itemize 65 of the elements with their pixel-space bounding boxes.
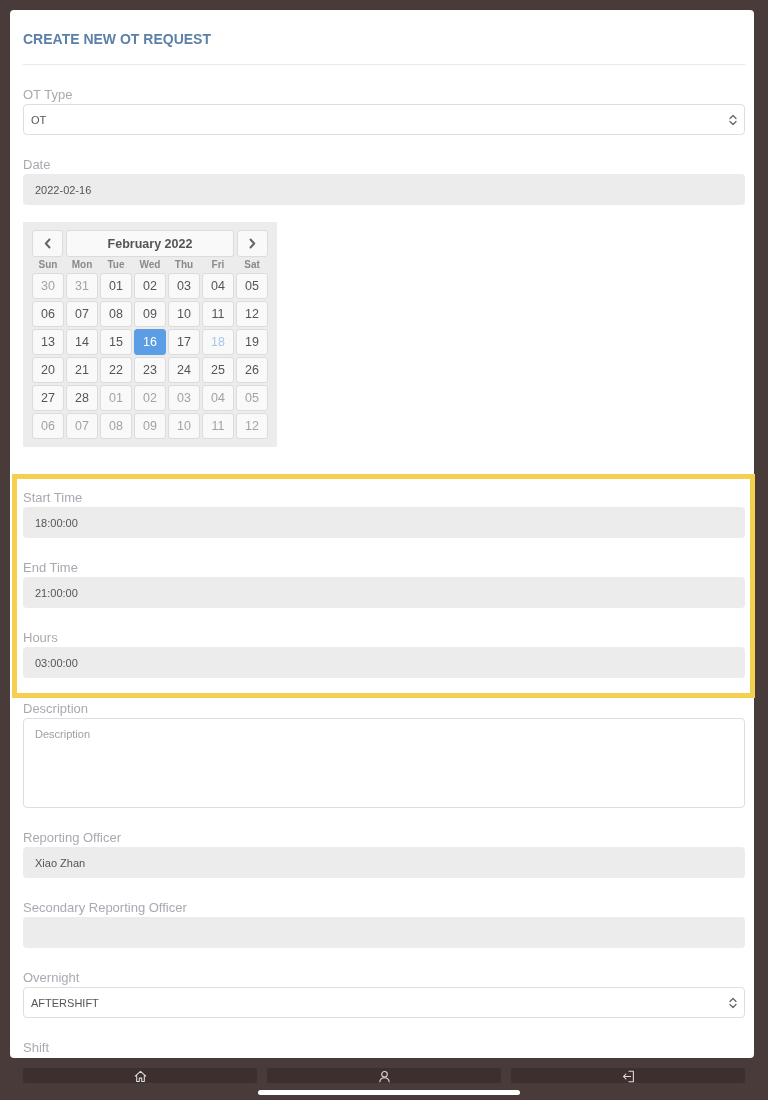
text-field[interactable]: 2022-02-16 bbox=[23, 174, 745, 205]
field-label: Date bbox=[23, 156, 52, 174]
previous-month-button[interactable] bbox=[32, 230, 63, 257]
day-cell[interactable]: 03 bbox=[168, 273, 200, 299]
weekday-label: Mon bbox=[71, 259, 93, 271]
day-cell[interactable]: 06 bbox=[32, 301, 64, 327]
day-cell[interactable]: 17 bbox=[168, 329, 200, 355]
weekday-label: Sat bbox=[244, 259, 260, 271]
weekday-label: Sun bbox=[38, 259, 58, 271]
day-cell[interactable]: 10 bbox=[168, 301, 200, 327]
day-cell[interactable]: 26 bbox=[236, 357, 268, 383]
up-down-chevron-icon bbox=[729, 996, 737, 1009]
day-cell[interactable]: 05 bbox=[236, 273, 268, 299]
day-cell[interactable]: 20 bbox=[32, 357, 64, 383]
field-label: Overnight bbox=[23, 969, 81, 987]
weekday-label: Wed bbox=[139, 259, 161, 271]
chevron-right-icon bbox=[249, 238, 256, 249]
home-button[interactable] bbox=[23, 1068, 257, 1083]
person-icon bbox=[377, 1070, 391, 1083]
field-label: End Time bbox=[23, 559, 79, 577]
day-cell[interactable]: 12 bbox=[236, 301, 268, 327]
day-cell[interactable]: 11 bbox=[202, 301, 234, 327]
text-field[interactable]: 03:00:00 bbox=[23, 647, 745, 678]
day-cell[interactable]: 24 bbox=[168, 357, 200, 383]
exit-button[interactable] bbox=[511, 1068, 745, 1083]
weekday-label: Thu bbox=[174, 259, 194, 271]
day-cell[interactable]: 09 bbox=[134, 301, 166, 327]
day-cell[interactable]: 19 bbox=[236, 329, 268, 355]
day-cell[interactable]: 07 bbox=[66, 301, 98, 327]
select-field[interactable]: OT bbox=[23, 104, 745, 135]
weekday-label: Fri bbox=[211, 259, 225, 271]
day-cell[interactable]: 15 bbox=[100, 329, 132, 355]
door-arrow-icon bbox=[621, 1070, 635, 1083]
day-cell[interactable]: 08 bbox=[100, 301, 132, 327]
text-field[interactable]: Xiao Zhan bbox=[23, 847, 745, 878]
field-label: Secondary Reporting Officer bbox=[23, 899, 188, 917]
form-title: CREATE NEW OT REQUEST bbox=[23, 30, 212, 49]
select-field[interactable]: AFTERSHIFT bbox=[23, 987, 745, 1018]
field-label: Shift bbox=[23, 1039, 50, 1057]
next-month-button[interactable] bbox=[237, 230, 268, 257]
textarea-field[interactable]: Description bbox=[23, 718, 745, 808]
text-field[interactable]: 21:00:00 bbox=[23, 577, 745, 608]
field-label: Description bbox=[23, 700, 90, 718]
text-field[interactable]: 18:00:00 bbox=[23, 507, 745, 538]
month-year-button[interactable]: February 2022 bbox=[66, 230, 234, 257]
up-down-chevron-icon bbox=[729, 113, 737, 126]
day-cell[interactable]: 14 bbox=[66, 329, 98, 355]
day-cell[interactable]: 27 bbox=[32, 385, 64, 411]
day-cell[interactable]: 25 bbox=[202, 357, 234, 383]
day-cell[interactable]: 23 bbox=[134, 357, 166, 383]
day-cell[interactable]: 01 bbox=[100, 273, 132, 299]
day-cell[interactable]: 22 bbox=[100, 357, 132, 383]
day-cell[interactable]: 04 bbox=[202, 273, 234, 299]
chevron-left-icon bbox=[44, 238, 51, 249]
field-label: OT Type bbox=[23, 86, 74, 104]
field-label: Start Time bbox=[23, 489, 84, 507]
profile-button[interactable] bbox=[267, 1068, 501, 1083]
home-icon bbox=[133, 1070, 147, 1083]
field-label: Hours bbox=[23, 629, 59, 647]
day-cell[interactable]: 13 bbox=[32, 329, 64, 355]
field-label: Reporting Officer bbox=[23, 829, 123, 847]
day-cell[interactable]: 02 bbox=[134, 273, 166, 299]
day-cell[interactable]: 21 bbox=[66, 357, 98, 383]
weekday-label: Tue bbox=[107, 259, 125, 271]
day-cell[interactable]: 28 bbox=[66, 385, 98, 411]
